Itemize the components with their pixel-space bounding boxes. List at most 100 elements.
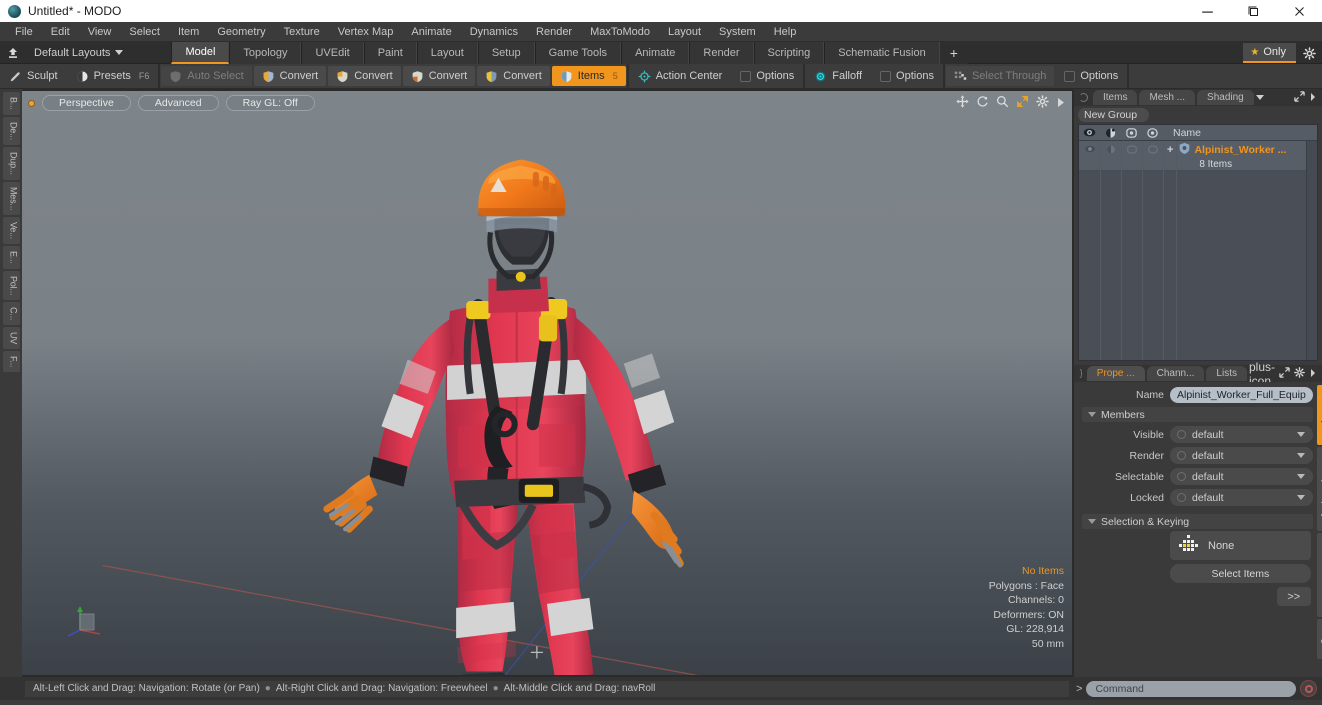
- render-dropdown[interactable]: default: [1170, 447, 1313, 464]
- left-rail-tab-8[interactable]: UV: [2, 327, 20, 350]
- menu-system[interactable]: System: [710, 24, 765, 40]
- layout-selector[interactable]: Default Layouts: [26, 47, 131, 59]
- menu-animate[interactable]: Animate: [402, 24, 460, 40]
- left-rail-tab-1[interactable]: De...: [2, 116, 20, 145]
- gear-icon[interactable]: [1296, 46, 1322, 60]
- selection-keying-section-header[interactable]: Selection & Keying: [1082, 514, 1313, 529]
- menu-dynamics[interactable]: Dynamics: [461, 24, 527, 40]
- tab-items[interactable]: Items: [1093, 90, 1138, 105]
- gear-icon[interactable]: [1036, 95, 1049, 113]
- left-rail-tab-5[interactable]: E...: [2, 245, 20, 269]
- tab-mesh[interactable]: Mesh ...: [1139, 90, 1196, 105]
- eye-icon[interactable]: [1079, 127, 1100, 138]
- item-list-scroll-track[interactable]: [1306, 141, 1317, 360]
- selection-set-button[interactable]: None: [1170, 531, 1311, 560]
- layout-tab-animate[interactable]: Animate: [621, 41, 690, 64]
- render-icon[interactable]: [1100, 127, 1121, 139]
- menu-item[interactable]: Item: [169, 24, 208, 40]
- layout-tab-scripting[interactable]: Scripting: [753, 41, 825, 64]
- left-rail-tab-6[interactable]: Pol...: [2, 270, 20, 300]
- viewport-menu-dot-icon[interactable]: [28, 99, 35, 107]
- sculpt-button[interactable]: Sculpt: [1, 66, 66, 86]
- presets-button[interactable]: Presets F6: [68, 66, 158, 86]
- rotate-icon[interactable]: [976, 95, 989, 113]
- record-icon[interactable]: [1300, 680, 1317, 697]
- menu-layout[interactable]: Layout: [659, 24, 710, 40]
- menu-maxtomodo[interactable]: MaxToModo: [581, 24, 659, 40]
- action-center-button[interactable]: Action Center: [630, 66, 731, 86]
- perspective-viewport[interactable]: Perspective Advanced Ray GL: Off No Item…: [22, 91, 1072, 675]
- fit-arrows-icon[interactable]: [1016, 95, 1029, 113]
- gear-icon[interactable]: [1294, 365, 1305, 383]
- members-section-header[interactable]: Members: [1082, 407, 1313, 422]
- add-layout-tab-button[interactable]: +: [939, 41, 968, 64]
- menu-texture[interactable]: Texture: [275, 24, 329, 40]
- 3d-model-alpinist-worker[interactable]: [22, 91, 1072, 675]
- layout-tab-uvedit[interactable]: UVEdit: [301, 41, 364, 64]
- select-items-button[interactable]: Select Items: [1170, 564, 1311, 583]
- checkbox-icon[interactable]: [740, 70, 752, 82]
- layout-tab-game-tools[interactable]: Game Tools: [534, 41, 622, 64]
- menu-edit[interactable]: Edit: [42, 24, 79, 40]
- right-rail-tab-user-channels[interactable]: User Channels: [1316, 533, 1322, 617]
- checkbox-icon[interactable]: [1064, 70, 1076, 82]
- panel-menu-icon[interactable]: [1079, 93, 1088, 102]
- tab-shading[interactable]: Shading: [1197, 90, 1254, 105]
- shading-icon[interactable]: [1142, 127, 1163, 139]
- falloff-options-button[interactable]: Options: [872, 66, 942, 86]
- falloff-button[interactable]: Falloff: [806, 66, 870, 86]
- convert-material-button[interactable]: Convert: [477, 66, 550, 86]
- only-toggle-button[interactable]: ★ Only: [1243, 43, 1296, 63]
- right-rail-tab-group-display[interactable]: Group Display: [1316, 447, 1322, 531]
- left-rail-tab-0[interactable]: B...: [2, 92, 20, 115]
- minimize-button[interactable]: [1184, 0, 1230, 22]
- locked-dropdown[interactable]: default: [1170, 489, 1313, 506]
- right-rail-tab-tags[interactable]: Tags: [1316, 619, 1322, 659]
- command-input[interactable]: Command: [1086, 680, 1296, 697]
- layout-tab-schematic-fusion[interactable]: Schematic Fusion: [824, 41, 940, 64]
- menu-render[interactable]: Render: [527, 24, 581, 40]
- close-button[interactable]: [1276, 0, 1322, 22]
- tab-channels[interactable]: Chann...: [1146, 366, 1205, 381]
- chevron-right-icon[interactable]: [1309, 365, 1317, 383]
- menu-vertex-map[interactable]: Vertex Map: [329, 24, 403, 40]
- left-rail-tab-3[interactable]: Mes...: [2, 181, 20, 215]
- layout-tab-topology[interactable]: Topology: [229, 41, 302, 64]
- select-through-button[interactable]: Select Through: [945, 66, 1055, 86]
- layout-tab-setup[interactable]: Setup: [477, 41, 535, 64]
- layout-tab-paint[interactable]: Paint: [363, 41, 417, 64]
- chevron-right-icon[interactable]: [1309, 89, 1317, 107]
- tab-lists[interactable]: Lists: [1206, 366, 1247, 381]
- selectable-dropdown[interactable]: default: [1170, 468, 1313, 485]
- menu-file[interactable]: File: [6, 24, 42, 40]
- chevron-down-icon[interactable]: [1255, 95, 1264, 100]
- convert-vertex-button[interactable]: Convert: [253, 66, 327, 86]
- auto-select-button[interactable]: Auto Select: [161, 66, 252, 86]
- convert-polygon-button[interactable]: Convert: [402, 66, 476, 86]
- layout-tab-model[interactable]: Model: [171, 41, 230, 64]
- convert-edge-button[interactable]: Convert: [328, 66, 401, 86]
- left-rail-tab-2[interactable]: Dup...: [2, 146, 20, 180]
- new-group-button[interactable]: New Group: [1078, 108, 1150, 122]
- viewport-shading-button[interactable]: Advanced: [137, 95, 219, 111]
- menu-select[interactable]: Select: [120, 24, 169, 40]
- layout-tab-layout[interactable]: Layout: [416, 41, 478, 64]
- left-rail-tab-9[interactable]: F...: [2, 351, 20, 373]
- maximize-button[interactable]: [1230, 0, 1276, 22]
- layout-tab-render[interactable]: Render: [689, 41, 754, 64]
- select-through-options-button[interactable]: Options: [1056, 66, 1126, 86]
- viewport-raygl-button[interactable]: Ray GL: Off: [225, 95, 315, 111]
- items-mode-button[interactable]: Items 5: [551, 66, 626, 86]
- pan-icon[interactable]: [956, 95, 969, 113]
- axis-gizmo-icon[interactable]: [64, 600, 112, 647]
- zoom-magnifier-icon[interactable]: [996, 95, 1009, 113]
- checkbox-icon[interactable]: [880, 70, 892, 82]
- action-center-options-button[interactable]: Options: [732, 66, 802, 86]
- more-options-button[interactable]: >>: [1276, 587, 1311, 606]
- viewport-projection-button[interactable]: Perspective: [42, 95, 131, 111]
- menu-view[interactable]: View: [79, 24, 121, 40]
- tab-properties[interactable]: Prope ...: [1086, 366, 1145, 381]
- left-rail-tab-4[interactable]: Ve...: [2, 216, 20, 244]
- play-arrow-icon[interactable]: [1056, 95, 1066, 113]
- menu-help[interactable]: Help: [765, 24, 806, 40]
